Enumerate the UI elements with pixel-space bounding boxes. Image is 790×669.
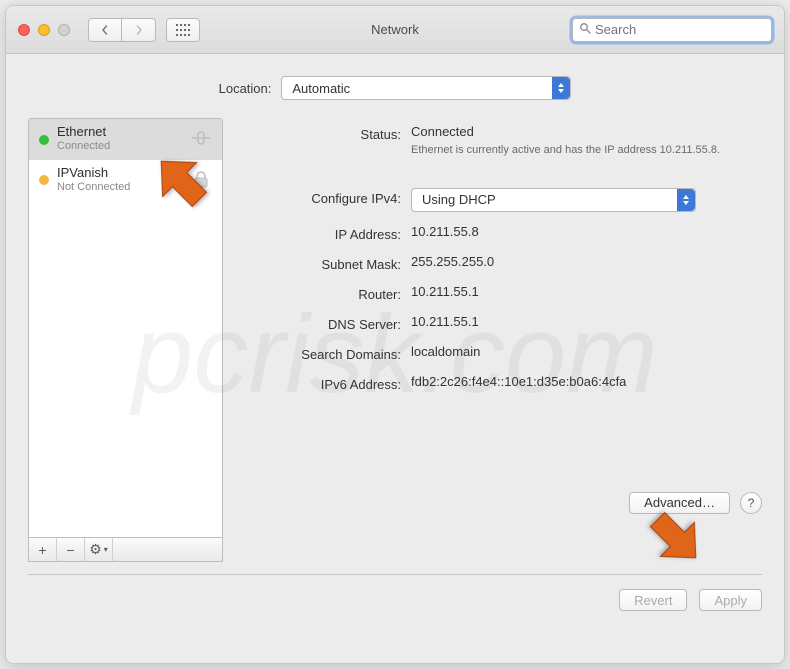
network-prefs-window: Network Location: Automatic Ethernet Con… bbox=[5, 5, 785, 664]
location-popup[interactable]: Automatic bbox=[281, 76, 571, 100]
gear-icon: ⚙︎ bbox=[89, 541, 102, 558]
help-button[interactable]: ? bbox=[740, 492, 762, 514]
main-area: Ethernet Connected IPVanish Not Connecte… bbox=[6, 118, 784, 562]
status-label: Status: bbox=[241, 124, 411, 142]
dns-server-value: 10.211.55.1 bbox=[411, 314, 762, 329]
titlebar: Network bbox=[6, 6, 784, 54]
service-item-ethernet[interactable]: Ethernet Connected bbox=[29, 119, 222, 160]
forward-button[interactable] bbox=[122, 18, 156, 42]
status-dot-green-icon bbox=[39, 135, 49, 145]
ip-address-label: IP Address: bbox=[241, 224, 411, 242]
vpn-lock-icon bbox=[188, 168, 214, 190]
chevron-down-icon: ▾ bbox=[104, 545, 108, 554]
search-input[interactable] bbox=[595, 22, 771, 37]
bottom-bar: Revert Apply bbox=[28, 574, 762, 625]
dns-server-label: DNS Server: bbox=[241, 314, 411, 332]
configure-ipv4-label: Configure IPv4: bbox=[241, 188, 411, 206]
service-item-ipvanish[interactable]: IPVanish Not Connected bbox=[29, 160, 222, 201]
ethernet-icon bbox=[188, 127, 214, 149]
sidebar-column: Ethernet Connected IPVanish Not Connecte… bbox=[28, 118, 223, 562]
status-value: Connected bbox=[411, 124, 474, 139]
service-actions-button[interactable]: ⚙︎▾ bbox=[85, 538, 113, 561]
zoom-window-button[interactable] bbox=[58, 24, 70, 36]
service-status: Not Connected bbox=[57, 181, 130, 194]
ipv6-address-value: fdb2:2c26:f4e4::10e1:d35e:b0a6:4cfa bbox=[411, 374, 762, 389]
router-label: Router: bbox=[241, 284, 411, 302]
search-domains-value: localdomain bbox=[411, 344, 762, 359]
popup-arrows-icon bbox=[677, 189, 695, 211]
ipv6-address-label: IPv6 Address: bbox=[241, 374, 411, 392]
location-row: Location: Automatic bbox=[6, 54, 784, 118]
router-value: 10.211.55.1 bbox=[411, 284, 762, 299]
service-name: Ethernet bbox=[57, 125, 110, 140]
service-name: IPVanish bbox=[57, 166, 130, 181]
detail-pane: Status: Connected Ethernet is currently … bbox=[241, 118, 762, 562]
advanced-button[interactable]: Advanced… bbox=[629, 492, 730, 514]
configure-ipv4-popup[interactable]: Using DHCP bbox=[411, 188, 696, 212]
apply-button[interactable]: Apply bbox=[699, 589, 762, 611]
search-icon bbox=[579, 22, 591, 37]
location-value: Automatic bbox=[292, 81, 350, 96]
window-controls bbox=[18, 24, 70, 36]
status-dot-yellow-icon bbox=[39, 175, 49, 185]
location-label: Location: bbox=[219, 81, 272, 96]
subnet-mask-label: Subnet Mask: bbox=[241, 254, 411, 272]
status-description: Ethernet is currently active and has the… bbox=[411, 143, 731, 158]
subnet-mask-value: 255.255.255.0 bbox=[411, 254, 762, 269]
popup-arrows-icon bbox=[552, 77, 570, 99]
revert-button[interactable]: Revert bbox=[619, 589, 687, 611]
service-status: Connected bbox=[57, 140, 110, 153]
search-field[interactable] bbox=[572, 18, 772, 42]
configure-ipv4-value: Using DHCP bbox=[422, 192, 496, 207]
minimize-window-button[interactable] bbox=[38, 24, 50, 36]
add-service-button[interactable]: + bbox=[29, 538, 57, 561]
back-button[interactable] bbox=[88, 18, 122, 42]
show-all-button[interactable] bbox=[166, 18, 200, 42]
service-list[interactable]: Ethernet Connected IPVanish Not Connecte… bbox=[28, 118, 223, 538]
ip-address-value: 10.211.55.8 bbox=[411, 224, 762, 239]
close-window-button[interactable] bbox=[18, 24, 30, 36]
remove-service-button[interactable]: − bbox=[57, 538, 85, 561]
service-list-footer: + − ⚙︎▾ bbox=[28, 538, 223, 562]
nav-buttons bbox=[88, 18, 156, 42]
search-domains-label: Search Domains: bbox=[241, 344, 411, 362]
